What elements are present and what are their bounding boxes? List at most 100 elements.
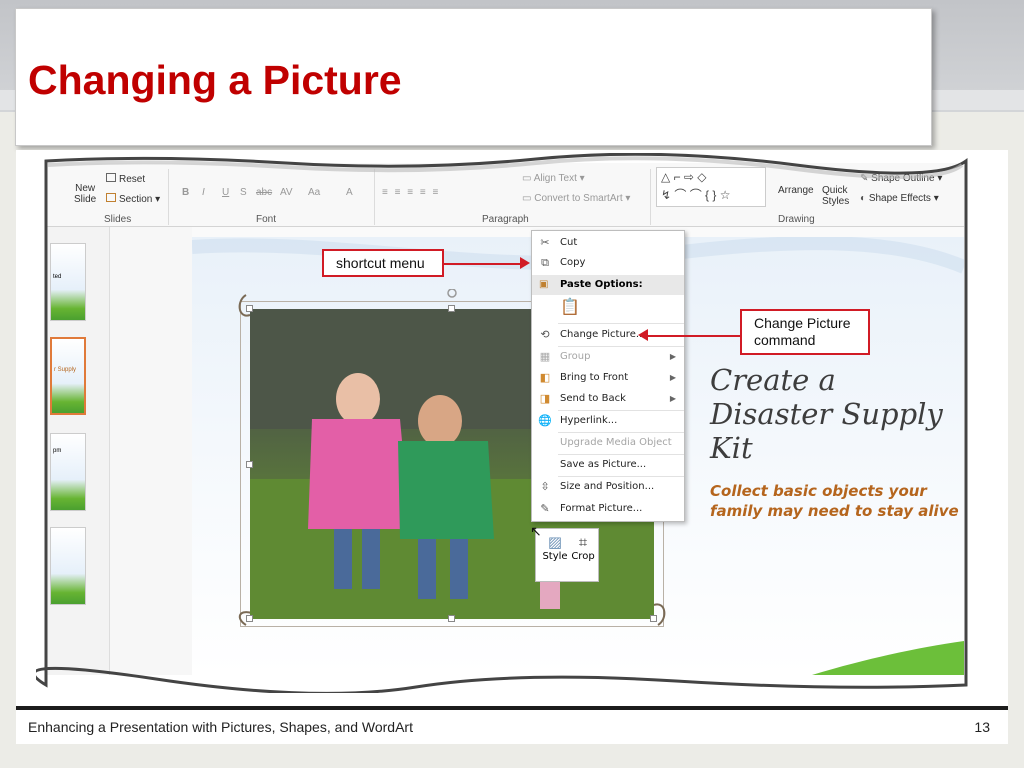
arrange-button[interactable]: Arrange	[778, 185, 814, 196]
callout-change-picture: Change Picture command	[740, 309, 870, 355]
font-color-button[interactable]: A	[346, 187, 353, 198]
arrow-head-icon	[638, 329, 648, 341]
reset-icon	[106, 173, 116, 182]
quick-styles-button[interactable]: Quick Styles	[822, 185, 849, 207]
menu-item-label: Group	[560, 351, 591, 362]
pen-icon: ✎	[860, 173, 872, 184]
menu-item-label: Size and Position...	[560, 481, 655, 492]
group-icon: ▦	[539, 350, 551, 363]
menu-item-label: Format Picture...	[560, 503, 643, 514]
menu-item-copy[interactable]: ⧉ Copy	[532, 253, 684, 273]
quick-label: Quick	[822, 185, 848, 196]
style-button[interactable]: ▨ Style	[542, 533, 568, 562]
style-icon: ▨	[547, 533, 563, 551]
scissors-icon: ✂	[540, 236, 550, 249]
submenu-arrow-icon: ▶	[669, 373, 676, 382]
callout-text: shortcut menu	[336, 255, 425, 271]
shape-effects-button[interactable]: ◐ Shape Effects ▾	[860, 193, 939, 204]
new-slide-label-2: Slide	[74, 194, 97, 205]
resize-handle[interactable]	[448, 615, 455, 622]
submenu-arrow-icon: ▶	[669, 394, 676, 403]
menu-item-format-picture[interactable]: ✎ Format Picture...	[532, 499, 684, 519]
bold-button[interactable]: B	[182, 187, 189, 198]
slide-heading-line: Kit	[710, 431, 753, 465]
new-slide-button[interactable]: New Slide	[74, 183, 96, 205]
menu-item-hyperlink[interactable]: 🌐 Hyperlink...	[532, 411, 684, 431]
paste-options-label: Paste Options:	[560, 279, 643, 290]
italic-button[interactable]: I	[202, 187, 205, 198]
callout-text: command	[754, 332, 816, 348]
align-text-label: Align Text	[533, 173, 577, 184]
title-box: Changing a Picture	[15, 8, 932, 146]
shapes-gallery[interactable]: △ ⌐ ⇨ ◇ ↯ ⌒ ⌒ { } ☆	[656, 167, 766, 207]
menu-item-send-to-back[interactable]: ◨ Send to Back ▶	[532, 389, 684, 409]
menu-item-label: Send to Back	[560, 393, 626, 404]
char-spacing-button[interactable]: AV	[280, 187, 293, 198]
paste-clipboard-icon: 📋	[560, 297, 580, 316]
bring-to-front-icon: ◧	[539, 371, 551, 384]
ribbon: New Slide Reset Section ▾ Slides B I U S…	[46, 163, 964, 227]
mouse-pointer-icon: ↖	[530, 523, 542, 539]
reset-button[interactable]: Reset	[106, 173, 145, 185]
menu-item-size-position[interactable]: ⇳ Size and Position...	[532, 477, 684, 497]
shape-outline-label: Shape Outline	[871, 173, 935, 184]
menu-item-save-as-picture[interactable]: Save as Picture...	[532, 455, 684, 475]
slide-thumbnail[interactable]: ted	[50, 243, 86, 321]
convert-smartart-button[interactable]: ▭ Convert to SmartArt ▾	[522, 193, 630, 204]
underline-button[interactable]: U	[222, 187, 229, 198]
crop-icon: ⌗	[578, 533, 588, 551]
shadow-button[interactable]: S	[240, 187, 247, 198]
resize-handle[interactable]	[246, 615, 253, 622]
align-text-button[interactable]: ▭ Align Text ▾	[522, 173, 585, 184]
slide-heading-line: Create a	[710, 363, 836, 397]
resize-handle[interactable]	[246, 305, 253, 312]
slide-subtitle: Collect basic objects your family may ne…	[710, 481, 959, 521]
paste-option-button[interactable]: 📋	[532, 297, 684, 321]
resize-handle[interactable]	[650, 615, 657, 622]
ribbon-separator	[374, 169, 375, 225]
menu-item-label: Hyperlink...	[560, 415, 618, 426]
slide-thumbnail-selected[interactable]: r Supply	[50, 337, 86, 415]
footer: Enhancing a Presentation with Pictures, …	[16, 710, 1008, 744]
slide-subtitle-line: family may need to stay alive	[710, 502, 959, 520]
slide-thumbnail[interactable]: pm	[50, 433, 86, 511]
slide-thumbnail[interactable]	[50, 527, 86, 605]
style-label: Style	[542, 551, 568, 562]
menu-item-bring-to-front[interactable]: ◧ Bring to Front ▶	[532, 368, 684, 388]
menu-item-group[interactable]: ▦ Group ▶	[532, 347, 684, 367]
ribbon-separator	[650, 169, 651, 225]
strikethrough-button[interactable]: abc	[256, 187, 272, 198]
change-case-button[interactable]: Aa	[308, 187, 320, 198]
section-label: Section	[119, 194, 153, 205]
hyperlink-icon: 🌐	[538, 414, 552, 427]
submenu-arrow-icon: ▶	[669, 352, 676, 361]
menu-item-label: Cut	[560, 237, 578, 248]
paste-options-header: ▣ Paste Options:	[532, 275, 684, 295]
shape-outline-button[interactable]: ✎ Shape Outline ▾	[860, 173, 942, 184]
slide-thumbnails-pane: ted r Supply pm	[46, 227, 110, 675]
thumbnail-text: pm	[53, 448, 62, 454]
callout-arrow	[444, 263, 524, 265]
page-title: Changing a Picture	[28, 57, 402, 103]
shape-effects-label: Shape Effects	[868, 193, 931, 204]
arrow-head-icon	[520, 257, 530, 269]
paragraph-align-icons[interactable]: ≡ ≡ ≡ ≡ ≡	[382, 187, 440, 198]
thumbnail-text: r Supply	[54, 367, 77, 373]
crop-button[interactable]: ⌗ Crop	[570, 533, 596, 562]
size-position-icon: ⇳	[540, 480, 550, 493]
clipboard-icon: ▣	[539, 279, 549, 290]
section-button[interactable]: Section ▾	[106, 193, 160, 205]
section-icon	[106, 193, 116, 202]
paragraph-group-label: Paragraph	[482, 214, 529, 225]
ribbon-separator	[168, 169, 169, 225]
menu-item-cut[interactable]: ✂ Cut	[532, 233, 684, 253]
new-slide-label: New	[75, 183, 96, 194]
format-picture-icon: ✎	[540, 502, 550, 515]
resize-handle[interactable]	[246, 461, 253, 468]
font-group-label: Font	[256, 214, 277, 225]
crop-label: Crop	[571, 551, 595, 562]
resize-handle[interactable]	[448, 305, 455, 312]
smartart-icon: ▭	[522, 193, 535, 204]
slide-heading: Create a Disaster Supply Kit	[710, 363, 943, 465]
menu-item-upgrade-media[interactable]: Upgrade Media Object	[532, 433, 684, 453]
